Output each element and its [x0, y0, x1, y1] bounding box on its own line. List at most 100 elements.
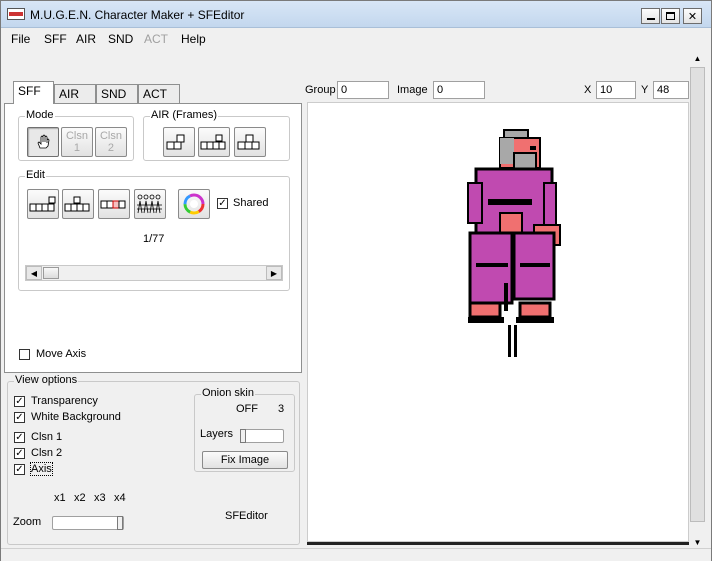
- tab-act[interactable]: ACT: [138, 84, 180, 103]
- menu-file[interactable]: File: [11, 32, 30, 46]
- maximize-button[interactable]: [661, 8, 680, 24]
- tab-air[interactable]: AIR: [54, 84, 96, 103]
- scroll-left-icon[interactable]: ◀: [26, 266, 42, 280]
- layers-slider-knob[interactable]: [240, 429, 246, 443]
- checkmark-icon: ✓: [218, 198, 227, 209]
- zoom-tick-x3: x3: [94, 492, 106, 504]
- clsn2-mode-button[interactable]: Clsn 2: [95, 127, 127, 157]
- sff-tab-panel: Mode Clsn 1 Clsn 2 AIR (Frames) Edit ✓ S…: [4, 103, 302, 373]
- y-label: Y: [641, 84, 649, 96]
- group-label: Group: [305, 84, 336, 96]
- onion-skin-group: Onion skin OFF 3 Layers Fix Image: [194, 387, 295, 472]
- frame-remove-icon: [237, 134, 260, 150]
- clsn1-label: Clsn 1: [31, 431, 63, 443]
- delete-sprite-button[interactable]: [98, 189, 130, 219]
- scroll-up-icon[interactable]: ▲: [689, 50, 706, 66]
- checkmark-icon: ✓: [15, 396, 24, 407]
- air-frames-group: AIR (Frames): [143, 109, 290, 161]
- view-options-group: View options ✓ Transparency ✓ White Back…: [7, 374, 300, 545]
- canvas-vertical-scrollbar[interactable]: ▲ ▼: [689, 50, 706, 550]
- status-bar: [1, 548, 711, 561]
- layers-slider[interactable]: [240, 429, 284, 443]
- checkmark-icon: ✓: [15, 448, 24, 459]
- all-sprites-button[interactable]: [134, 189, 166, 219]
- clsn2-label: Clsn 2: [31, 447, 63, 459]
- group-input[interactable]: [337, 81, 389, 99]
- menu-act: ACT: [144, 32, 168, 46]
- clsn2-checkbox[interactable]: ✓: [14, 448, 25, 459]
- checkmark-icon: ✓: [15, 432, 24, 443]
- edit-label: Edit: [25, 169, 46, 181]
- add-frame-button[interactable]: [163, 127, 195, 157]
- fix-image-button[interactable]: Fix Image: [202, 451, 288, 469]
- shared-checkbox[interactable]: ✓: [217, 198, 228, 209]
- close-icon: ✕: [687, 10, 698, 23]
- menu-bar: File SFF AIR SND ACT Help: [1, 28, 711, 50]
- x-input[interactable]: [596, 81, 636, 99]
- transparency-checkbox[interactable]: ✓: [14, 396, 25, 407]
- mode-group: Mode Clsn 1 Clsn 2: [18, 109, 134, 161]
- hand-icon: [37, 134, 50, 149]
- add-sprite-button[interactable]: [27, 189, 59, 219]
- sprite-grid-icon: [137, 194, 162, 214]
- white-background-checkbox[interactable]: ✓: [14, 412, 25, 423]
- menu-sff[interactable]: SFF: [44, 32, 67, 46]
- minimize-icon: [646, 18, 655, 20]
- zoom-tick-x2: x2: [74, 492, 86, 504]
- sfeditor-label: SFEditor: [225, 510, 268, 522]
- axis-label: Axis: [30, 462, 53, 476]
- insert-frame-button[interactable]: [198, 127, 230, 157]
- axis-checkbox[interactable]: ✓: [14, 464, 25, 475]
- transparency-label: Transparency: [31, 395, 98, 407]
- app-window: M.U.G.E.N. Character Maker + SFEditor ✕ …: [0, 0, 712, 561]
- hand-mode-button[interactable]: [27, 127, 59, 157]
- sprite-canvas[interactable]: [307, 102, 689, 542]
- air-frames-label: AIR (Frames): [150, 109, 218, 121]
- canvas-bottom-rule: [307, 542, 689, 545]
- left-panel: SFF AIR SND ACT Mode Clsn 1 Clsn 2 AIR (…: [4, 81, 302, 546]
- checkmark-icon: ✓: [15, 464, 24, 475]
- x-label: X: [584, 84, 592, 96]
- maximize-icon: [666, 12, 675, 20]
- mode-label: Mode: [25, 109, 55, 121]
- clsn1-checkbox[interactable]: ✓: [14, 432, 25, 443]
- onion-skin-label: Onion skin: [201, 387, 255, 399]
- zoom-tick-x4: x4: [114, 492, 126, 504]
- layers-label: Layers: [200, 428, 234, 440]
- remove-frame-button[interactable]: [234, 127, 266, 157]
- view-options-label: View options: [14, 374, 79, 386]
- sprite-scrollbar[interactable]: ◀ ▶: [25, 265, 283, 281]
- sprite-add-icon: [29, 196, 56, 212]
- checkmark-icon: ✓: [15, 412, 24, 423]
- app-icon: [7, 8, 25, 20]
- clsn1-mode-button[interactable]: Clsn 1: [61, 127, 93, 157]
- zoom-label: Zoom: [13, 516, 42, 528]
- canvas-scroll-thumb[interactable]: [690, 67, 705, 522]
- frame-insert-icon: [200, 134, 226, 150]
- scroll-right-icon[interactable]: ▶: [266, 266, 282, 280]
- menu-snd[interactable]: SND: [108, 32, 133, 46]
- menu-air[interactable]: AIR: [76, 32, 96, 46]
- insert-sprite-button[interactable]: [62, 189, 94, 219]
- color-wheel-icon: [183, 193, 205, 215]
- sprite-insert-icon: [64, 196, 90, 212]
- menu-help[interactable]: Help: [181, 32, 206, 46]
- sprite-delete-icon: [100, 200, 126, 209]
- palette-button[interactable]: [178, 189, 210, 219]
- title-bar: M.U.G.E.N. Character Maker + SFEditor ✕: [1, 1, 711, 28]
- onion-max-label: 3: [278, 403, 285, 415]
- minimize-button[interactable]: [641, 8, 660, 24]
- sprite-scroll-thumb[interactable]: [43, 267, 59, 279]
- move-axis-checkbox[interactable]: [19, 349, 30, 360]
- tab-snd[interactable]: SND: [96, 84, 138, 103]
- zoom-slider-knob[interactable]: [117, 516, 123, 530]
- close-button[interactable]: ✕: [683, 8, 702, 24]
- y-input[interactable]: [653, 81, 689, 99]
- image-label: Image: [397, 84, 428, 96]
- zoom-tick-x1: x1: [54, 492, 66, 504]
- image-input[interactable]: [433, 81, 485, 99]
- window-title: M.U.G.E.N. Character Maker + SFEditor: [30, 8, 245, 22]
- frame-add-icon: [166, 134, 185, 150]
- zoom-slider[interactable]: [52, 516, 124, 530]
- tab-sff[interactable]: SFF: [13, 81, 54, 104]
